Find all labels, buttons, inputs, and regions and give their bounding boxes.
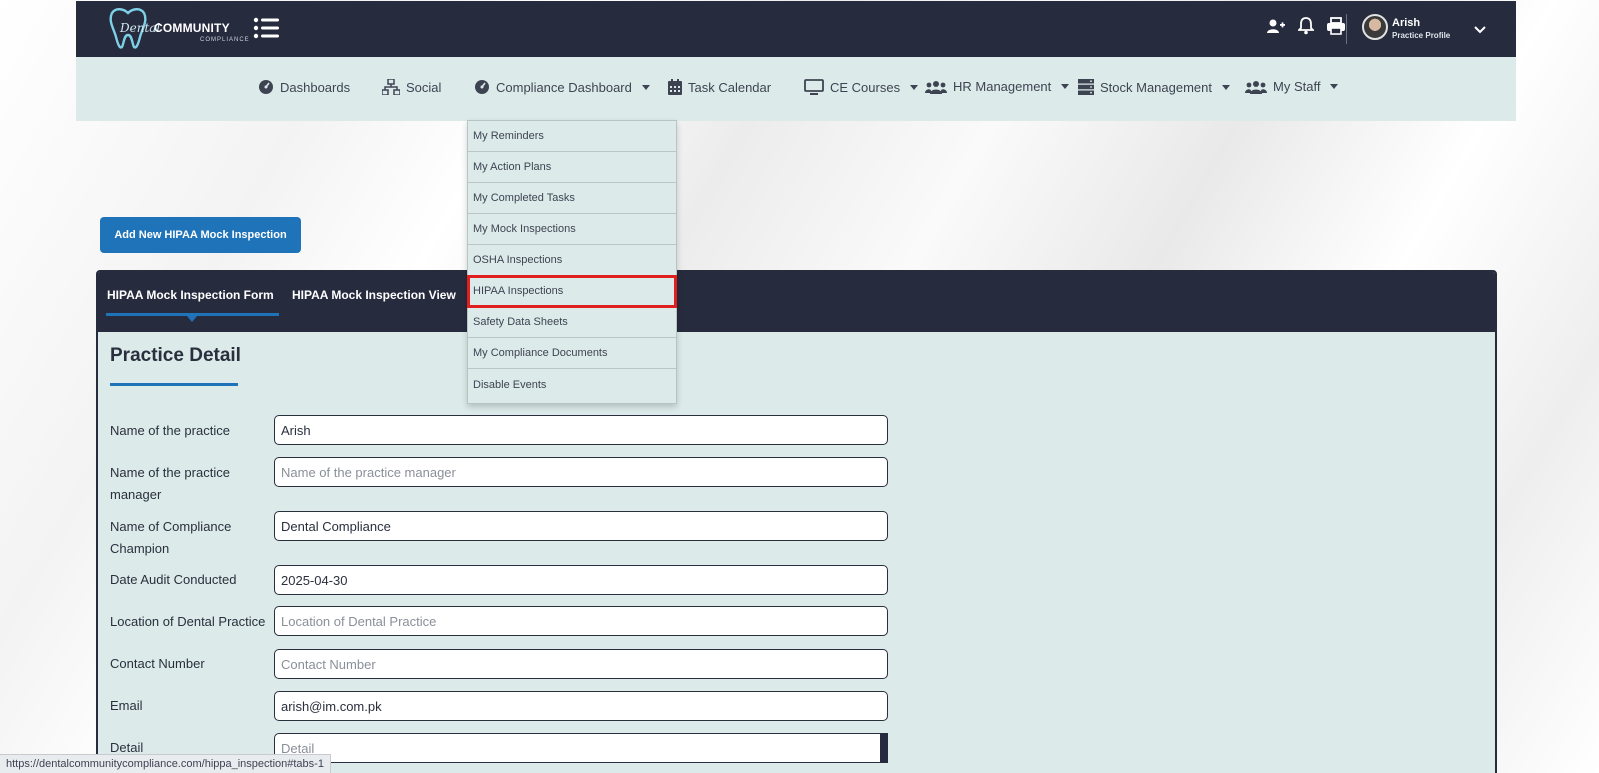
nav-label: CE Courses xyxy=(830,79,901,95)
menu-item-my-compliance-documents[interactable]: My Compliance Documents xyxy=(468,338,676,369)
caret-down-icon xyxy=(1061,84,1070,89)
menu-item-hipaa-inspections[interactable]: HIPAA Inspections xyxy=(467,275,677,308)
status-bar-url: https://dentalcommunitycompliance.com/hi… xyxy=(0,754,331,773)
nav-label: My Staff xyxy=(1273,79,1321,94)
main-nav: Dashboards Social Compliance Dashboard T… xyxy=(76,57,1516,121)
date-audit-input[interactable] xyxy=(274,565,888,595)
menu-item-disable-events[interactable]: Disable Events xyxy=(468,369,676,400)
menu-item-my-mock-inspections[interactable]: My Mock Inspections xyxy=(468,214,676,245)
menu-item-my-completed-tasks[interactable]: My Completed Tasks xyxy=(468,183,676,214)
menu-item-my-reminders[interactable]: My Reminders xyxy=(468,121,676,152)
tab-inspection-view[interactable]: HIPAA Mock Inspection View xyxy=(292,288,456,302)
avatar[interactable] xyxy=(1362,14,1388,40)
tab-header: HIPAA Mock Inspection Form HIPAA Mock In… xyxy=(98,272,1495,332)
nav-task-calendar[interactable]: Task Calendar xyxy=(668,79,771,95)
section-underline xyxy=(110,383,238,386)
practice-name-input[interactable] xyxy=(274,415,888,445)
contact-number-input[interactable] xyxy=(274,649,888,679)
user-role: Practice Profile xyxy=(1392,31,1451,40)
nav-stock-management[interactable]: Stock Management xyxy=(1078,79,1231,95)
nav-dashboards[interactable]: Dashboards xyxy=(258,79,350,95)
nav-label: Dashboards xyxy=(280,79,351,95)
gauge-icon xyxy=(475,80,489,94)
form-panel: HIPAA Mock Inspection Form HIPAA Mock In… xyxy=(96,270,1497,773)
menu-item-osha-inspections[interactable]: OSHA Inspections xyxy=(468,245,676,276)
calendar-icon xyxy=(668,79,682,95)
add-hipaa-inspection-button[interactable]: Add New HIPAA Mock Inspection xyxy=(100,217,301,253)
compliance-dropdown-menu: My Reminders My Action Plans My Complete… xyxy=(467,120,677,404)
chevron-down-icon[interactable] xyxy=(1474,25,1486,35)
practice-manager-label: Name of the practice manager xyxy=(110,465,230,502)
nav-my-staff[interactable]: My Staff xyxy=(1245,79,1339,94)
caret-down-icon xyxy=(1330,84,1339,89)
date-audit-label: Date Audit Conducted xyxy=(110,572,237,587)
bell-icon[interactable] xyxy=(1296,16,1316,36)
page: Dental COMMUNITY COMPLIANCE Arish Practi… xyxy=(0,0,1599,773)
active-tab-pointer xyxy=(187,316,197,322)
nav-social[interactable]: Social xyxy=(382,79,441,95)
contact-number-label: Contact Number xyxy=(110,656,205,671)
user-name[interactable]: Arish xyxy=(1392,17,1420,29)
practice-name-label: Name of the practice xyxy=(110,423,230,438)
server-icon xyxy=(1078,79,1094,95)
email-label: Email xyxy=(110,698,143,713)
logo-text: COMMUNITY xyxy=(154,21,230,35)
nav-label: HR Management xyxy=(953,79,1052,94)
menu-toggle-icon[interactable] xyxy=(253,16,279,40)
section-title: Practice Detail xyxy=(110,345,241,366)
top-bar: Dental COMMUNITY COMPLIANCE Arish Practi… xyxy=(76,1,1516,57)
menu-item-my-action-plans[interactable]: My Action Plans xyxy=(468,152,676,183)
location-input[interactable] xyxy=(274,606,888,636)
gauge-icon xyxy=(259,80,273,94)
nav-hr-management[interactable]: HR Management xyxy=(925,79,1070,94)
top-divider xyxy=(1346,14,1347,44)
logo[interactable]: Dental COMMUNITY COMPLIANCE xyxy=(106,7,249,51)
users-icon xyxy=(1245,80,1267,94)
menu-item-safety-data-sheets[interactable]: Safety Data Sheets xyxy=(468,307,676,338)
print-icon[interactable] xyxy=(1326,16,1346,36)
nav-compliance-dashboard[interactable]: Compliance Dashboard xyxy=(474,79,650,95)
textarea-scroll-edge xyxy=(880,733,888,763)
users-icon xyxy=(925,80,947,94)
practice-manager-input[interactable] xyxy=(274,457,888,487)
add-user-icon[interactable] xyxy=(1266,16,1286,36)
caret-down-icon xyxy=(910,84,919,90)
top-actions xyxy=(1266,16,1346,36)
compliance-champion-label: Name of Compliance Champion xyxy=(110,519,232,556)
detail-input[interactable] xyxy=(274,733,888,763)
tab-inspection-form[interactable]: HIPAA Mock Inspection Form xyxy=(107,288,274,302)
nav-label: Compliance Dashboard xyxy=(496,79,632,95)
nav-label: Stock Management xyxy=(1100,79,1213,95)
caret-down-icon xyxy=(641,84,650,90)
location-label: Location of Dental Practice xyxy=(110,614,266,629)
email-input[interactable] xyxy=(274,691,888,721)
logo-subtext: COMPLIANCE xyxy=(200,37,250,43)
nav-ce-courses[interactable]: CE Courses xyxy=(804,79,919,95)
caret-down-icon xyxy=(1222,84,1231,90)
monitor-icon xyxy=(804,79,824,95)
compliance-champion-input[interactable] xyxy=(274,511,888,541)
nav-label: Task Calendar xyxy=(688,79,772,95)
nav-label: Social xyxy=(406,79,442,95)
sitemap-icon xyxy=(382,79,400,95)
